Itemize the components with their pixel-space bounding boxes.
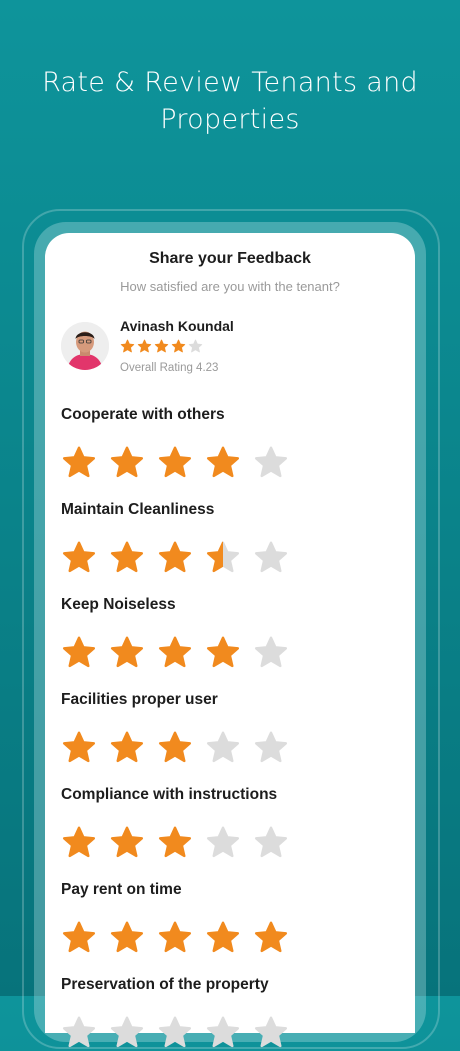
star-icon[interactable] [253, 445, 289, 481]
rating-stars[interactable] [61, 445, 401, 481]
rating-stars[interactable] [61, 635, 401, 671]
category-pay-rent: Pay rent on time [61, 880, 401, 956]
star-icon[interactable] [157, 920, 193, 956]
star-icon[interactable] [157, 540, 193, 576]
star-icon[interactable] [253, 825, 289, 861]
category-facilities: Facilities proper user [61, 690, 401, 766]
category-label: Compliance with instructions [61, 786, 278, 803]
avatar[interactable] [61, 322, 109, 370]
star-icon[interactable] [109, 920, 145, 956]
card-subtitle: How satisfied are you with the tenant? [120, 279, 340, 294]
star-icon [188, 339, 203, 353]
category-label: Cooperate with others [61, 406, 225, 423]
star-icon[interactable] [253, 920, 289, 956]
category-cooperate: Cooperate with others [61, 405, 401, 481]
rating-stars[interactable] [61, 825, 401, 861]
star-icon[interactable] [61, 445, 97, 481]
hero-title-line1: Rate & Review Tenants and [42, 67, 418, 98]
star-icon[interactable] [205, 445, 241, 481]
star-icon[interactable] [109, 1015, 145, 1051]
star-icon[interactable] [61, 540, 97, 576]
tenant-name: Avinash Koundal [120, 318, 234, 334]
star-icon[interactable] [109, 540, 145, 576]
category-noiseless: Keep Noiseless [61, 595, 401, 671]
star-icon[interactable] [157, 825, 193, 861]
star-icon[interactable] [157, 1015, 193, 1051]
star-icon[interactable] [253, 635, 289, 671]
category-label: Preservation of the property [61, 976, 269, 993]
star-icon[interactable] [205, 1015, 241, 1051]
star-icon[interactable] [61, 635, 97, 671]
star-icon[interactable] [205, 920, 241, 956]
tenant-rating-stars [120, 339, 203, 354]
star-icon[interactable] [61, 920, 97, 956]
star-icon[interactable] [109, 730, 145, 766]
star-icon[interactable] [109, 635, 145, 671]
star-icon[interactable] [109, 445, 145, 481]
star-icon [120, 339, 135, 353]
star-icon[interactable] [205, 730, 241, 766]
overall-rating: Overall Rating 4.23 [120, 362, 219, 374]
star-icon[interactable] [61, 825, 97, 861]
category-label: Maintain Cleanliness [61, 501, 215, 518]
star-icon [137, 339, 152, 353]
star-icon[interactable] [157, 445, 193, 481]
hero-title-line2: Properties [160, 104, 300, 135]
star-icon [154, 339, 169, 353]
star-icon[interactable] [253, 730, 289, 766]
star-icon[interactable] [205, 635, 241, 671]
category-preservation: Preservation of the property [61, 975, 401, 1051]
star-icon[interactable] [61, 730, 97, 766]
card-title: Share your Feedback [149, 250, 311, 267]
category-label: Keep Noiseless [61, 596, 176, 613]
feedback-card: Share your Feedback How satisfied are yo… [45, 233, 415, 1048]
star-icon[interactable] [253, 540, 289, 576]
star-icon [171, 339, 186, 353]
category-compliance: Compliance with instructions [61, 785, 401, 861]
category-cleanliness: Maintain Cleanliness [61, 500, 401, 576]
category-label: Pay rent on time [61, 881, 182, 898]
rating-stars[interactable] [61, 540, 401, 576]
star-icon[interactable] [205, 825, 241, 861]
hero-title: Rate & Review Tenants and Properties [0, 64, 460, 138]
star-icon[interactable] [61, 1015, 97, 1051]
rating-stars[interactable] [61, 730, 401, 766]
star-icon[interactable] [109, 825, 145, 861]
star-icon[interactable] [157, 635, 193, 671]
star-icon[interactable] [157, 730, 193, 766]
rating-stars[interactable] [61, 1015, 401, 1051]
rating-stars[interactable] [61, 920, 401, 956]
star-icon[interactable] [253, 1015, 289, 1051]
category-label: Facilities proper user [61, 691, 218, 708]
star-icon[interactable] [205, 540, 241, 576]
